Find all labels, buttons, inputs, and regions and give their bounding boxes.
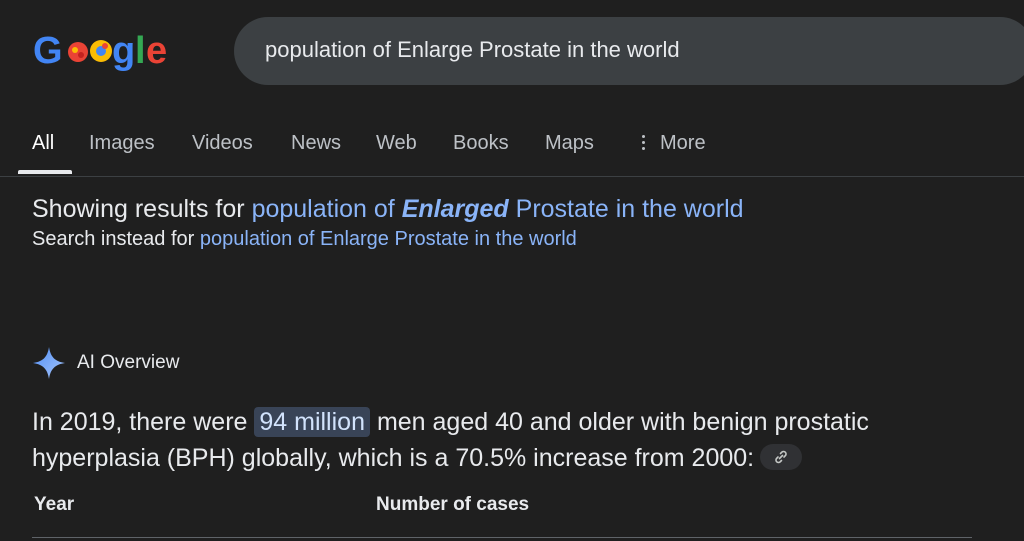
tab-books[interactable]: Books bbox=[453, 132, 509, 155]
tabs-divider bbox=[0, 176, 1024, 177]
tab-news[interactable]: News bbox=[291, 132, 341, 155]
svg-text:g: g bbox=[112, 30, 135, 72]
more-dots-icon[interactable] bbox=[642, 135, 646, 153]
tab-web[interactable]: Web bbox=[376, 132, 417, 155]
table-header-cases: Number of cases bbox=[376, 494, 530, 515]
search-instead-for: Search instead for population of Enlarge… bbox=[32, 228, 577, 251]
svg-text:l: l bbox=[135, 30, 146, 72]
link-icon bbox=[775, 451, 787, 464]
tab-more[interactable]: More bbox=[660, 132, 706, 155]
source-link-button[interactable] bbox=[760, 444, 803, 471]
search-results-page: G g l e population of Enlarge Prostate i… bbox=[0, 0, 1024, 541]
showing-results-for: Showing results for population of Enlarg… bbox=[32, 195, 744, 224]
original-query-link[interactable]: population of Enlarge Prostate in the wo… bbox=[200, 228, 577, 250]
tab-maps[interactable]: Maps bbox=[545, 132, 594, 155]
google-logo[interactable]: G g l e bbox=[33, 28, 173, 74]
table-header-year: Year bbox=[34, 494, 75, 515]
active-tab-indicator bbox=[18, 170, 72, 174]
svg-text:G: G bbox=[33, 30, 63, 72]
tab-images[interactable]: Images bbox=[89, 132, 155, 155]
sparkle-icon bbox=[33, 347, 65, 379]
tab-all[interactable]: All bbox=[32, 132, 54, 155]
svg-text:e: e bbox=[146, 30, 167, 72]
ai-overview-text: In 2019, there were 94 million men aged … bbox=[32, 407, 869, 472]
table-header-divider bbox=[32, 537, 972, 538]
search-box[interactable]: population of Enlarge Prostate in the wo… bbox=[234, 17, 1024, 85]
search-instead-prefix: Search instead for bbox=[32, 228, 195, 250]
corrected-word: Enlarged bbox=[401, 195, 509, 223]
highlighted-figure: 94 million bbox=[254, 407, 370, 437]
corrected-query-link[interactable]: population of Enlarged Prostate in the w… bbox=[252, 195, 744, 223]
tab-videos[interactable]: Videos bbox=[192, 132, 253, 155]
search-tabs: All Images Videos News Web Books Maps Mo… bbox=[0, 120, 1024, 176]
search-input[interactable]: population of Enlarge Prostate in the wo… bbox=[265, 37, 680, 63]
ai-overview-title: AI Overview bbox=[77, 352, 180, 373]
showing-prefix: Showing results for bbox=[32, 195, 245, 223]
